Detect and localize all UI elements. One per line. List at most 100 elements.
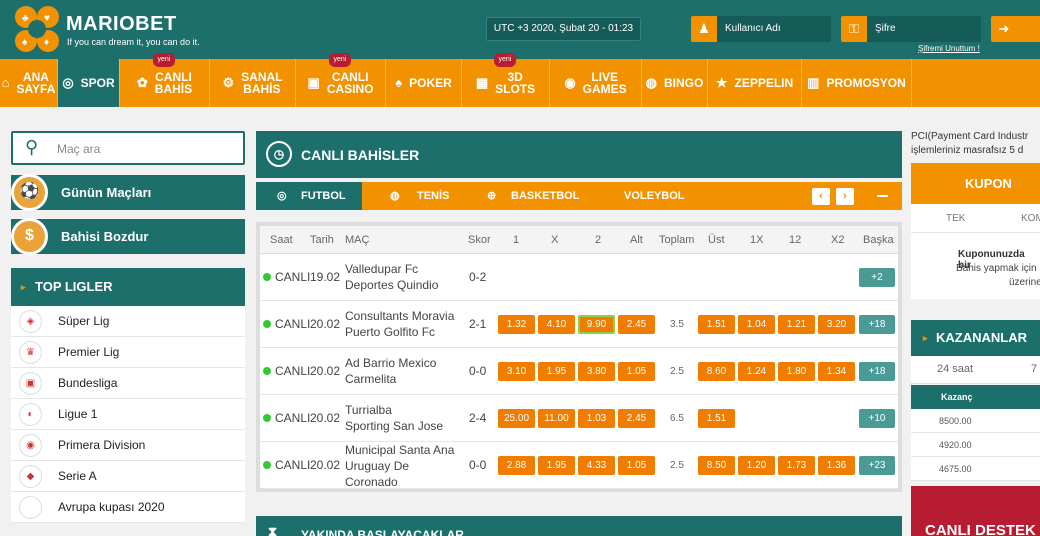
home-team[interactable]: Turrialba	[345, 403, 392, 417]
league-item[interactable]: ◈ Süper Lig	[11, 306, 245, 337]
match-score: 0-0	[469, 458, 487, 472]
nav-item-6[interactable]: ▦ 3D SLOTS yeni	[462, 53, 550, 107]
coupon-tab-single[interactable]: TEK	[946, 213, 965, 224]
nav-item-2[interactable]: ✿ CANLI BAHİS yeni	[120, 53, 210, 107]
top-leagues-header: TOP LIGLER	[11, 268, 245, 306]
password-field[interactable]: ⚿ Şifre	[841, 16, 981, 42]
todays-matches-button[interactable]: ⚽ Günün Maçları	[11, 174, 245, 211]
home-team[interactable]: Municipal Santa Ana	[345, 443, 454, 457]
league-logo-icon	[19, 496, 42, 519]
league-item[interactable]: ◐ Ligue 1	[11, 399, 245, 430]
brand-name[interactable]: MARIOBET	[66, 13, 177, 36]
away-team[interactable]: Uruguay De	[345, 459, 409, 473]
key-icon: ⚿	[841, 16, 867, 42]
tabs-next-arrow-icon[interactable]: ›	[836, 188, 854, 205]
tab-basketbol[interactable]: ⊕ BASKETBOL	[482, 182, 592, 210]
odd-button[interactable]: 1.20	[738, 456, 775, 475]
nav-item-8[interactable]: ◍ BINGO	[642, 59, 708, 107]
away-team[interactable]: Puerto Golfito Fc	[345, 325, 435, 339]
forgot-password-link[interactable]: Şifremi Unuttum !	[918, 44, 980, 53]
username-field[interactable]: ♟ Kullanıcı Adı	[691, 16, 831, 42]
nav-item-10[interactable]: ▥ PROMOSYON	[802, 59, 912, 107]
odd-button[interactable]: 2.45	[618, 409, 655, 428]
nav-item-0[interactable]: ⌂ ANA SAYFA	[0, 59, 58, 107]
odd-button[interactable]: 4.10	[538, 315, 575, 334]
column-header: Üst	[708, 234, 725, 246]
odd-button[interactable]: 3.20	[818, 315, 855, 334]
collapse-icon[interactable]	[877, 195, 888, 197]
home-team[interactable]: Valledupar Fc	[345, 262, 418, 276]
user-icon: ♟	[691, 16, 717, 42]
odd-button[interactable]: 3.10	[498, 362, 535, 381]
odd-button[interactable]: 11.00	[538, 409, 575, 428]
league-item[interactable]: ♛ Premier Lig	[11, 337, 245, 368]
odd-button[interactable]: 8.60	[698, 362, 735, 381]
column-header: 12	[789, 234, 802, 246]
nav-item-1[interactable]: ◎ SPOR	[58, 59, 120, 107]
odd-button[interactable]: 1.51	[698, 315, 735, 334]
odd-button[interactable]: 1.32	[498, 315, 535, 334]
more-markets-button[interactable]: +2	[859, 268, 895, 287]
tab-futbol[interactable]: ◎ FUTBOL	[256, 182, 362, 210]
more-markets-button[interactable]: +23	[859, 456, 895, 475]
odd-button[interactable]: 25.00	[498, 409, 535, 428]
league-logo-icon: ◆	[19, 465, 42, 488]
search-input[interactable]: Maç ara	[57, 142, 100, 156]
nav-item-4[interactable]: ▣ CANLI CASINO yeni	[296, 53, 386, 107]
login-button[interactable]: ➜	[991, 16, 1040, 42]
odd-button[interactable]: 1.95	[538, 362, 575, 381]
league-item[interactable]: ◆ Serie A	[11, 461, 245, 492]
more-markets-button[interactable]: +18	[859, 315, 895, 334]
odd-button[interactable]: 1.05	[618, 456, 655, 475]
mariobet-logo-icon[interactable]: ♣ ♥ ♠ ♦	[12, 3, 62, 57]
league-item[interactable]: ◉ Primera Division	[11, 430, 245, 461]
winners-tab-7d[interactable]: 7	[1031, 363, 1037, 375]
nav-item-label: SPOR	[80, 76, 115, 90]
odd-button[interactable]: 2.88	[498, 456, 535, 475]
tabs-prev-arrow-icon[interactable]: ‹	[812, 188, 830, 205]
league-item[interactable]: ▣ Bundesliga	[11, 368, 245, 399]
odd-button[interactable]: 4.33	[578, 456, 615, 475]
odd-button[interactable]: 1.21	[778, 315, 815, 334]
winners-tab-24h[interactable]: 24 saat	[937, 363, 973, 375]
nav-item-5[interactable]: ♠ POKER	[386, 59, 462, 107]
tab-voleybol[interactable]: VOLEYBOL	[624, 182, 704, 210]
odd-button[interactable]: 9.90	[578, 315, 615, 334]
odd-button[interactable]: 3.80	[578, 362, 615, 381]
odd-button[interactable]: 1.51	[698, 409, 735, 428]
odd-button[interactable]: 1.80	[778, 362, 815, 381]
odd-button[interactable]: 1.95	[538, 456, 575, 475]
away-team[interactable]: Sporting San Jose	[345, 419, 443, 433]
away-team[interactable]: Deportes Quindio	[345, 278, 438, 292]
odd-button[interactable]: 1.04	[738, 315, 775, 334]
password-input[interactable]: Şifre	[867, 16, 981, 42]
odd-button[interactable]: 1.73	[778, 456, 815, 475]
more-markets-button[interactable]: +18	[859, 362, 895, 381]
odd-button[interactable]: 1.05	[618, 362, 655, 381]
username-input[interactable]: Kullanıcı Adı	[717, 16, 831, 42]
match-search[interactable]: ⚲ Maç ara	[11, 131, 245, 165]
page-title: CANLI BAHİSLER	[301, 147, 420, 163]
league-item[interactable]: Avrupa kupası 2020	[11, 492, 245, 523]
live-support-button[interactable]: CANLI DESTEK	[911, 486, 1040, 536]
odd-button[interactable]: 1.34	[818, 362, 855, 381]
nav-item-7[interactable]: ◉ LIVE GAMES	[550, 59, 642, 107]
odd-button[interactable]: 8.50	[698, 456, 735, 475]
league-name: Serie A	[58, 469, 97, 483]
odd-button[interactable]: 2.45	[618, 315, 655, 334]
home-team[interactable]: Ad Barrio Mexico	[345, 356, 436, 370]
top-bar: ♣ ♥ ♠ ♦ MARIOBET If you can dream it, you …	[0, 0, 1040, 59]
nav-item-9[interactable]: ★ ZEPPELIN	[708, 59, 802, 107]
coupon-tab-combo[interactable]: KOM	[1021, 213, 1040, 224]
cashout-button[interactable]: $ Bahisi Bozdur	[11, 218, 245, 255]
odd-button[interactable]: 1.36	[818, 456, 855, 475]
home-team[interactable]: Consultants Moravia	[345, 309, 454, 323]
nav-item-3[interactable]: ⚙ SANAL BAHİS	[210, 59, 296, 107]
tab-tenis[interactable]: ◍ TENİS	[386, 182, 486, 210]
odd-button[interactable]: 1.24	[738, 362, 775, 381]
more-markets-button[interactable]: +10	[859, 409, 895, 428]
odd-button[interactable]: 1.03	[578, 409, 615, 428]
away-team[interactable]: Carmelita	[345, 372, 396, 386]
league-logo-icon: ◐	[19, 403, 42, 426]
column-header: X	[551, 234, 559, 246]
